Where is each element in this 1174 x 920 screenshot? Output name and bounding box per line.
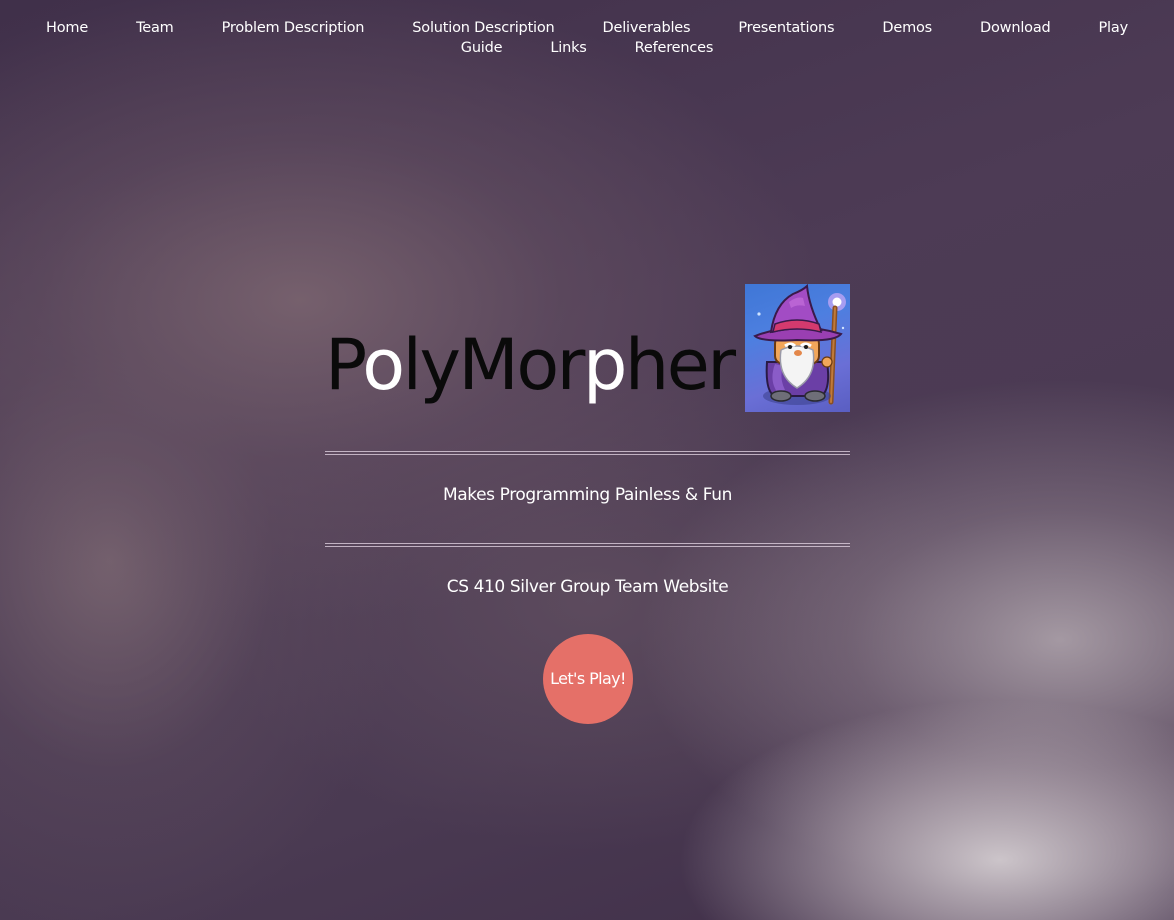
nav-link-play[interactable]: Play [1075,18,1152,38]
wizard-icon [745,284,850,412]
nav-link-guide[interactable]: Guide [437,38,527,58]
nav-link-presentations[interactable]: Presentations [714,18,858,38]
nav-link-demos[interactable]: Demos [858,18,956,38]
nav-link-team[interactable]: Team [112,18,198,38]
logo-text-part: P [325,324,365,406]
logo-text-part: her [624,324,736,406]
logo-text-part: p [582,324,627,406]
divider-bottom [325,543,850,547]
tagline: Makes Programming Painless & Fun [443,485,732,505]
logo-text-part: o [362,324,405,406]
nav-link-deliverables[interactable]: Deliverables [579,18,715,38]
hero-section: PolyMorpher Makes Programming Painless &… [325,284,850,597]
top-navigation: Home Team Problem Description Solution D… [0,18,1174,58]
site-subtitle: CS 410 Silver Group Team Website [446,577,729,597]
logo-text: PolyMorpher [325,320,736,410]
nav-link-download[interactable]: Download [956,18,1074,38]
divider-top [325,451,850,455]
nav-link-references[interactable]: References [611,38,738,58]
nav-link-problem-description[interactable]: Problem Description [198,18,389,38]
lets-play-button[interactable]: Let's Play! [543,634,633,724]
site-logo: PolyMorpher [325,284,850,414]
logo-text-part: Mor [458,324,585,406]
nav-link-home[interactable]: Home [22,18,112,38]
logo-text-part: ly [402,324,461,406]
nav-link-links[interactable]: Links [526,38,610,58]
nav-link-solution-description[interactable]: Solution Description [388,18,578,38]
